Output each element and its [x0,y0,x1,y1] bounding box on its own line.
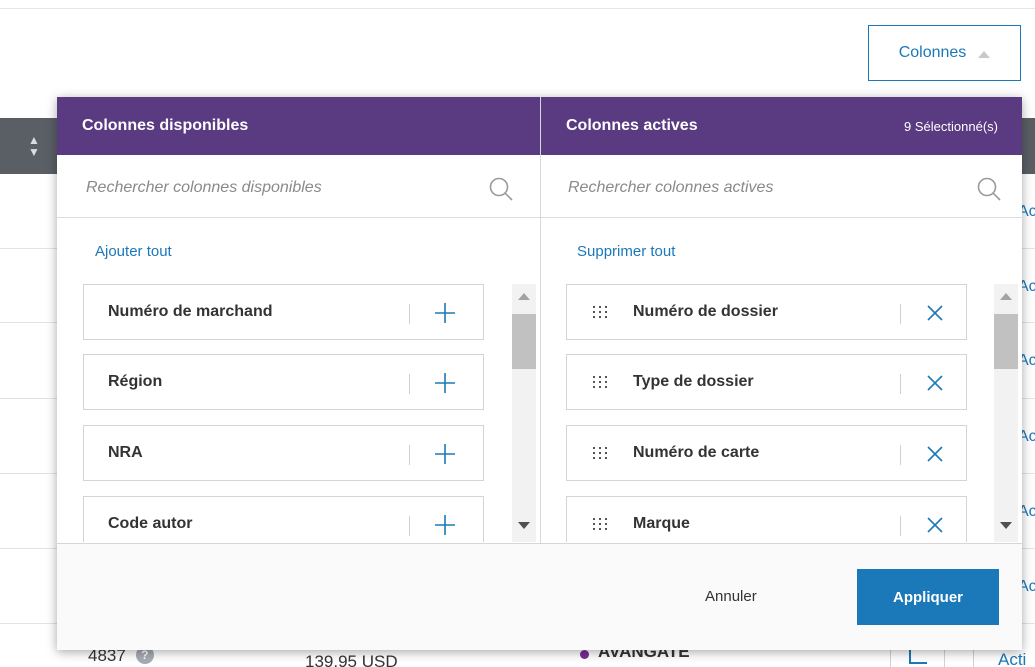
cancel-button[interactable]: Annuler [705,588,757,605]
item-label: Marque [633,515,690,532]
available-search-row [57,155,540,218]
list-item: Numéro de marchand [83,284,484,340]
item-label: Numéro de dossier [633,303,778,320]
scrollbar-thumb[interactable] [994,314,1018,369]
close-icon[interactable] [923,371,947,395]
scroll-down-icon[interactable] [518,522,530,529]
status-dot [580,650,589,659]
item-label: Région [108,373,163,390]
close-icon[interactable] [923,442,947,466]
divider [409,374,410,394]
panel-title: Colonnes actives [566,117,698,134]
divider [900,516,901,536]
scroll-up-icon[interactable] [1000,293,1012,300]
list-item: NRA [83,425,484,481]
divider [900,374,901,394]
search-icon[interactable] [488,176,514,202]
list-item[interactable]: Marque [566,496,967,542]
column-picker-dialog: Colonnes disponibles Ajouter tout Numéro… [57,97,1022,650]
columns-button[interactable]: Colonnes [868,25,1021,81]
divider [409,304,410,324]
available-columns-panel: Colonnes disponibles Ajouter tout Numéro… [57,97,540,543]
available-list-scrollbar[interactable] [512,284,536,542]
item-label: Numéro de carte [633,444,760,461]
plus-icon[interactable] [433,442,457,466]
close-icon[interactable] [923,301,947,325]
divider [900,304,901,324]
panel-title: Colonnes disponibles [82,117,249,134]
row-actions-link[interactable]: Acti [998,650,1026,667]
drag-handle-icon[interactable] [591,444,609,462]
plus-icon[interactable] [433,513,457,537]
item-label: Code autor [108,515,193,532]
drag-handle-icon[interactable] [591,515,609,533]
item-label: Type de dossier [633,373,754,390]
plus-icon[interactable] [433,371,457,395]
item-label: Numéro de marchand [108,303,273,320]
divider [900,445,901,465]
scrollbar-thumb[interactable] [512,314,536,369]
list-item: Code autor [83,496,484,542]
list-item[interactable]: Numéro de dossier [566,284,967,340]
list-item[interactable]: Numéro de carte [566,425,967,481]
apply-button[interactable]: Appliquer [857,569,999,625]
item-label: NRA [108,444,143,461]
dialog-footer: Annuler Appliquer [57,543,1022,650]
active-columns-header: Colonnes actives 9 Sélectionné(s) [541,97,1022,155]
sort-icon[interactable]: ▲ ▼ [28,134,40,158]
selected-count: 9 Sélectionné(s) [904,118,998,134]
active-search-input[interactable] [568,175,948,201]
drag-handle-icon[interactable] [591,373,609,391]
active-columns-panel: Colonnes actives 9 Sélectionné(s) Suppri… [540,97,1022,543]
list-item[interactable]: Type de dossier [566,354,967,410]
active-search-row [541,155,1022,218]
active-list-scrollbar[interactable] [994,284,1018,542]
remove-all-link[interactable]: Supprimer tout [577,243,675,260]
page-divider [0,8,1035,9]
active-columns-list: Numéro de dossier Type de dossier Numéro… [566,284,968,542]
search-icon[interactable] [976,176,1002,202]
scroll-up-icon[interactable] [518,293,530,300]
add-all-link[interactable]: Ajouter tout [95,243,172,260]
divider [409,445,410,465]
scroll-down-icon[interactable] [1000,522,1012,529]
caret-up-icon [978,50,991,58]
plus-icon[interactable] [433,301,457,325]
columns-button-label: Colonnes [898,44,967,61]
available-columns-list: Numéro de marchand Région NRA Code autor [83,284,485,542]
available-search-input[interactable] [86,175,466,201]
drag-handle-icon[interactable] [591,303,609,321]
edit-icon [909,648,927,664]
row-amount: 139.95 USD [305,652,398,667]
divider [409,516,410,536]
close-icon[interactable] [923,513,947,537]
available-columns-header: Colonnes disponibles [57,97,540,155]
list-item: Région [83,354,484,410]
